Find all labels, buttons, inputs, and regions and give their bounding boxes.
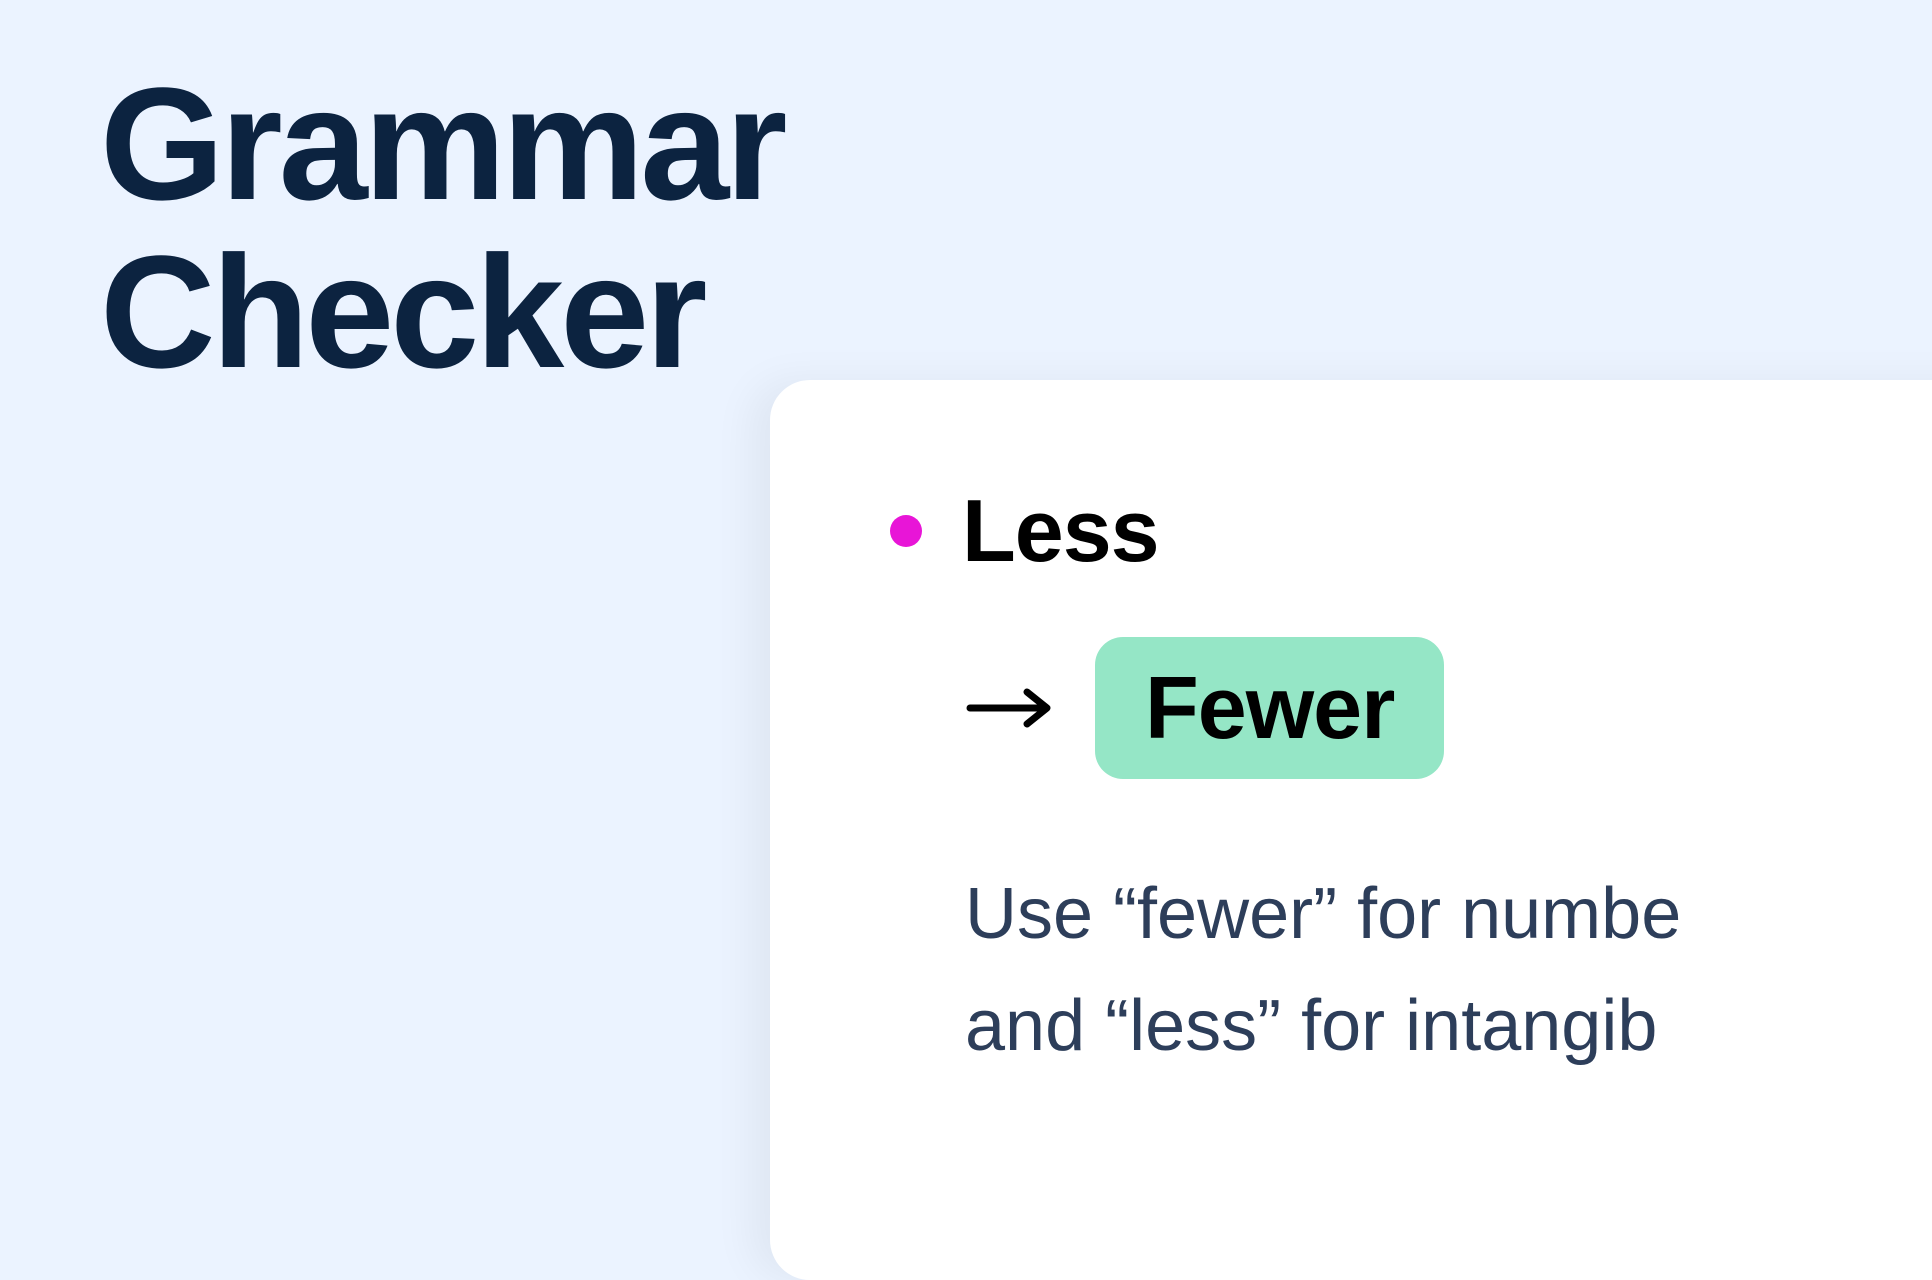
incorrect-word: Less [962, 480, 1159, 582]
explanation-line-1: Use “fewer” for numbe [965, 874, 1681, 954]
correct-word-pill[interactable]: Fewer [1095, 637, 1444, 779]
explanation-line-2: and “less” for intangib [965, 986, 1657, 1066]
dot-indicator-icon [890, 515, 922, 547]
title-line-1: Grammar [100, 54, 783, 233]
title-line-2: Checker [100, 222, 703, 401]
suggestion-header: Less [890, 480, 1932, 582]
correction-row: Fewer [965, 637, 1932, 779]
arrow-right-icon [965, 688, 1055, 728]
page-title: Grammar Checker [100, 60, 783, 396]
suggestion-card[interactable]: Less Fewer Use “fewer” for numbe and “le… [770, 380, 1932, 1280]
explanation-text: Use “fewer” for numbe and “less” for int… [965, 859, 1932, 1082]
